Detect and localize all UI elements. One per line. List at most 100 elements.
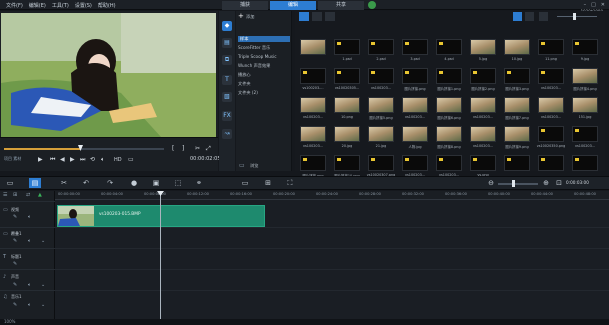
library-thumbnail[interactable] (470, 97, 496, 113)
green-leaf-icon[interactable] (368, 1, 376, 9)
library-thumbnail[interactable] (334, 97, 360, 113)
music-track-mute-icon[interactable]: 🔈︎ (28, 302, 31, 308)
next-frame-icon[interactable]: ▶ (70, 156, 75, 163)
library-thumbnail[interactable] (334, 126, 360, 142)
voice-track-mute-icon[interactable]: 🔈︎ (28, 282, 31, 288)
project-clip-toggle[interactable]: 项目 素材 (4, 156, 21, 162)
zoom-in-icon[interactable]: ⊕ (540, 178, 552, 188)
repeat-icon[interactable]: ⟲ (90, 156, 95, 163)
graphic-icon[interactable]: ▧ (222, 92, 232, 102)
end-icon[interactable]: ⏭ (80, 156, 85, 164)
menu-tools[interactable]: 工具(T) (52, 2, 69, 9)
list-view-icon[interactable] (525, 12, 534, 21)
subtitle-icon[interactable]: ▭ (239, 178, 251, 188)
thumb-size-slider[interactable] (557, 16, 597, 17)
maximize-icon[interactable]: □ (591, 2, 596, 8)
tree-item-folder[interactable]: 文件夹 (238, 81, 251, 87)
filter-icon[interactable]: FX (222, 111, 232, 121)
ripple-icon[interactable]: ⇄ (26, 192, 30, 198)
timeline-timecode[interactable]: 0:00:03:00 (566, 180, 589, 185)
library-thumbnail[interactable] (300, 97, 326, 113)
show-video-icon[interactable] (299, 12, 309, 21)
sort-icon[interactable] (539, 12, 548, 21)
timeline-view-icon[interactable]: ▤ (29, 178, 41, 188)
library-thumbnail[interactable] (504, 97, 530, 113)
voice-track-expand-icon[interactable]: ⌄ (41, 282, 45, 288)
split-icon[interactable]: ✂ (195, 145, 200, 152)
track-manager-icon[interactable]: ☰ (3, 192, 7, 198)
library-thumbnail[interactable] (572, 68, 598, 84)
library-thumbnail[interactable] (504, 39, 530, 55)
record-icon[interactable]: ▣ (150, 178, 162, 188)
overlay-track-expand-icon[interactable]: ⌄ (41, 238, 45, 244)
music-track-expand-icon[interactable]: ⌄ (41, 302, 45, 308)
library-thumbnail[interactable] (402, 97, 428, 113)
library-thumbnail[interactable] (368, 97, 394, 113)
zoom-slider[interactable] (498, 183, 538, 185)
mark-in-icon[interactable]: [ (172, 145, 174, 152)
overlay-track-mute-icon[interactable]: 🔈︎ (28, 238, 31, 244)
library-thumbnail[interactable] (538, 97, 564, 113)
motion-icon[interactable]: ⚭ (193, 178, 205, 188)
library-thumbnail[interactable] (368, 126, 394, 142)
voice-track-edit-icon[interactable]: ✎ (13, 282, 17, 288)
library-thumbnail[interactable] (300, 39, 326, 55)
fullscreen-icon[interactable]: ⤢ (206, 145, 211, 153)
redo-icon[interactable]: ↷ (104, 178, 116, 188)
library-thumbnail[interactable] (504, 126, 530, 142)
color-correction-icon[interactable]: ● (128, 178, 140, 188)
library-thumbnail[interactable] (470, 126, 496, 142)
overlay-track-edit-icon[interactable]: ✎ (13, 238, 17, 244)
library-thumbnail[interactable] (402, 126, 428, 142)
tree-item-wunch[interactable]: Wunch 声音效果 (238, 63, 270, 69)
title-track-edit-icon[interactable]: ✎ (13, 261, 17, 267)
playhead-line[interactable] (160, 191, 161, 319)
preview-video[interactable] (1, 13, 216, 137)
video-track-mute-icon[interactable]: 🔈︎ (28, 214, 31, 220)
play-icon[interactable]: ▶ (38, 156, 43, 163)
aspect-icon[interactable]: ▭ (128, 156, 134, 163)
zoom-out-icon[interactable]: ⊖ (485, 178, 497, 188)
add-folder-label[interactable]: 添加 (246, 14, 254, 20)
path-icon[interactable]: ↝ (222, 129, 232, 139)
tab-edit[interactable]: 编辑 (270, 0, 316, 10)
menu-file[interactable]: 文件(F) (6, 2, 23, 9)
library-thumbnail[interactable] (572, 97, 598, 113)
add-track-icon[interactable]: ⊞ (13, 192, 17, 198)
storyboard-view-icon[interactable]: ▭ (4, 178, 16, 188)
media-icon[interactable]: ◆ (222, 21, 232, 31)
fit-project-icon[interactable]: ⊡ (553, 178, 565, 188)
show-photo-icon[interactable] (312, 12, 322, 21)
hd-button[interactable]: HD (114, 157, 122, 163)
library-thumbnail[interactable] (436, 126, 462, 142)
home-icon[interactable]: ⏮ (50, 156, 55, 164)
motion-tracking-icon[interactable]: ⛶ (284, 178, 296, 188)
tree-item-sample[interactable]: 样本 (238, 36, 290, 42)
undo-icon[interactable]: ↶ (80, 178, 92, 188)
close-icon[interactable]: ✕ (601, 2, 605, 8)
tools-icon[interactable]: ✂ (58, 178, 70, 188)
minimize-icon[interactable]: – (584, 2, 587, 8)
tab-capture[interactable]: 捕获 (222, 0, 268, 10)
thumb-size-knob[interactable] (573, 13, 576, 20)
tree-item-playback[interactable]: 播放心 (238, 72, 251, 78)
show-audio-icon[interactable] (325, 12, 335, 21)
browse-label[interactable]: 浏览 (250, 163, 258, 169)
tree-item-folder-2[interactable]: 文件夹 (2) (238, 90, 258, 96)
music-track-edit-icon[interactable]: ✎ (13, 302, 17, 308)
transition-icon[interactable]: ⧉ (222, 55, 232, 65)
zoom-slider-knob[interactable] (512, 180, 515, 187)
player-timecode[interactable]: 00:00:02:05 (190, 156, 221, 162)
menu-help[interactable]: 帮助(H) (98, 2, 116, 9)
enable-icon[interactable]: ▲ (38, 192, 42, 198)
volume-icon[interactable]: 🔈︎ (101, 156, 105, 164)
mask-icon[interactable]: ⬚ (172, 178, 184, 188)
menu-edit[interactable]: 编辑(E) (29, 2, 46, 9)
add-folder-icon[interactable]: + (238, 12, 244, 20)
instant-project-icon[interactable]: ▤ (222, 38, 232, 48)
split-screen-icon[interactable]: ⊞ (262, 178, 274, 188)
title-icon[interactable]: T (222, 75, 232, 85)
tree-item-scorefitter[interactable]: ScoreFitter 音乐 (238, 45, 270, 51)
tab-share[interactable]: 共享 (318, 0, 364, 10)
video-track-edit-icon[interactable]: ✎ (13, 214, 17, 220)
